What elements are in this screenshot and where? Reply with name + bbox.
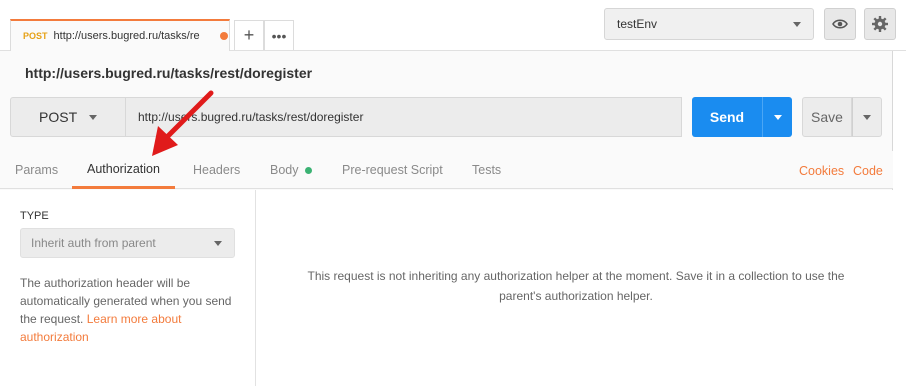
request-tab-method: POST — [23, 31, 48, 41]
body-status-dot-icon — [304, 166, 312, 174]
request-panel: http://users.bugred.ru/tasks/rest/doregi… — [0, 51, 893, 386]
request-name[interactable]: http://users.bugred.ru/tasks/rest/doregi… — [25, 65, 312, 81]
save-group: Save — [802, 97, 882, 137]
request-tabs: Params Authorization Headers Body Pre-re… — [0, 151, 893, 189]
send-group: Send — [692, 97, 792, 137]
tab-body-label: Body — [270, 163, 299, 177]
chevron-down-icon — [863, 114, 871, 120]
chevron-down-icon — [793, 21, 801, 27]
chevron-down-icon — [773, 114, 782, 120]
method-select[interactable]: POST — [10, 97, 126, 137]
more-icon: ••• — [271, 27, 287, 44]
url-bar: POST http://users.bugred.ru/tasks/rest/d… — [10, 97, 682, 137]
auth-type-value: Inherit auth from parent — [31, 236, 156, 250]
environment-value: testEnv — [617, 17, 658, 31]
unsaved-dot-icon — [219, 32, 228, 40]
eye-icon — [832, 19, 848, 29]
tab-prerequest-script[interactable]: Pre-request Script — [342, 151, 443, 189]
tab-bar: POST http://users.bugred.ru/tasks/re + •… — [0, 0, 906, 51]
send-options-button[interactable] — [762, 97, 792, 137]
tab-body[interactable]: Body — [270, 151, 312, 189]
code-link[interactable]: Code — [853, 164, 883, 178]
send-button[interactable]: Send — [692, 97, 762, 137]
auth-message: This request is not inheriting any autho… — [307, 269, 845, 303]
auth-type-select[interactable]: Inherit auth from parent — [20, 228, 235, 258]
chevron-down-icon — [89, 114, 97, 120]
settings-button[interactable] — [864, 8, 896, 40]
tab-headers[interactable]: Headers — [193, 151, 240, 189]
tab-authorization[interactable]: Authorization — [72, 151, 175, 189]
tab-options-button[interactable]: ••• — [264, 20, 294, 50]
tab-tests[interactable]: Tests — [472, 151, 501, 189]
plus-icon: + — [243, 25, 255, 45]
auth-description: The authorization header will be automat… — [20, 274, 240, 346]
save-button[interactable]: Save — [802, 97, 852, 137]
gear-icon — [872, 16, 888, 32]
request-tab[interactable]: POST http://users.bugred.ru/tasks/re — [10, 19, 230, 51]
save-options-button[interactable] — [852, 97, 882, 137]
type-label: TYPE — [20, 210, 49, 222]
environment-select[interactable]: testEnv — [604, 8, 814, 40]
auth-sidebar: TYPE Inherit auth from parent The author… — [0, 190, 256, 386]
cookies-link[interactable]: Cookies — [799, 164, 844, 178]
authorization-panel: TYPE Inherit auth from parent The author… — [0, 190, 893, 386]
chevron-down-icon — [214, 240, 222, 246]
url-input[interactable]: http://users.bugred.ru/tasks/rest/doregi… — [126, 97, 682, 137]
new-tab-button[interactable]: + — [234, 20, 264, 50]
method-value: POST — [39, 109, 78, 125]
request-tab-url: http://users.bugred.ru/tasks/re — [53, 30, 200, 42]
environment-quick-look-button[interactable] — [824, 8, 856, 40]
tab-params[interactable]: Params — [15, 151, 58, 189]
